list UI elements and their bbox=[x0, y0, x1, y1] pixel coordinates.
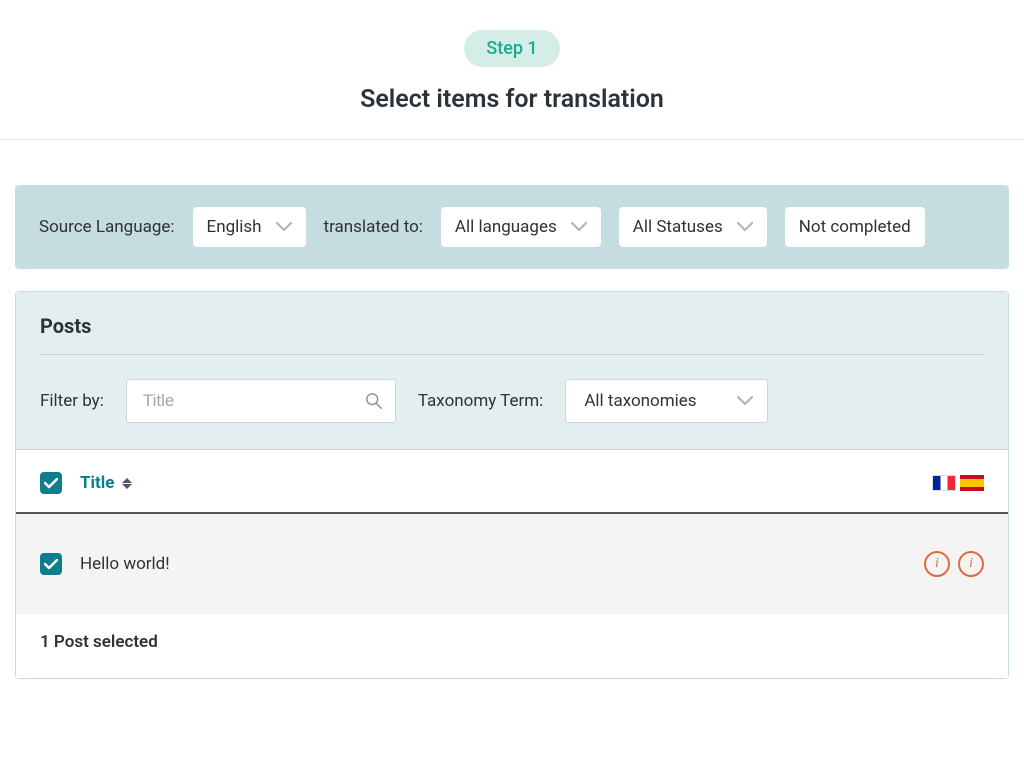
row-checkbox[interactable] bbox=[40, 553, 62, 575]
filter-by-label: Filter by: bbox=[40, 391, 104, 411]
title-column-header[interactable]: Title bbox=[80, 473, 932, 493]
page-title: Select items for translation bbox=[0, 85, 1024, 114]
row-title: Hello world! bbox=[80, 554, 924, 574]
posts-table: Title Hello world! i i bbox=[16, 450, 1008, 678]
translated-to-value: All languages bbox=[455, 217, 557, 237]
flag-es-icon bbox=[960, 475, 984, 491]
title-column-label: Title bbox=[80, 473, 114, 493]
table-header-row: Title bbox=[16, 450, 1008, 514]
translated-to-select[interactable]: All languages bbox=[441, 207, 601, 247]
source-language-value: English bbox=[207, 217, 262, 237]
flag-fr-icon bbox=[932, 475, 956, 491]
chevron-down-icon bbox=[737, 222, 753, 232]
checkmark-icon bbox=[44, 478, 58, 489]
title-search-field[interactable] bbox=[126, 379, 396, 423]
taxonomy-value: All taxonomies bbox=[584, 391, 696, 411]
translation-status-icon[interactable]: i bbox=[958, 551, 984, 577]
translated-to-label: translated to: bbox=[324, 217, 423, 237]
filters-bar: Source Language: English translated to: … bbox=[15, 185, 1009, 269]
language-flags-header bbox=[932, 475, 984, 491]
posts-section: Posts Filter by: Taxonomy Term: All taxo… bbox=[15, 291, 1009, 679]
sort-icon bbox=[122, 478, 132, 489]
row-status-icons: i i bbox=[924, 551, 984, 577]
posts-heading: Posts bbox=[40, 292, 984, 355]
chevron-down-icon bbox=[571, 222, 587, 232]
sub-filters: Filter by: Taxonomy Term: All taxonomies bbox=[40, 355, 984, 423]
select-all-checkbox[interactable] bbox=[40, 472, 62, 494]
taxonomy-term-label: Taxonomy Term: bbox=[418, 391, 543, 411]
search-icon bbox=[365, 392, 383, 410]
select-all-cell bbox=[40, 472, 80, 494]
translation-status-icon[interactable]: i bbox=[924, 551, 950, 577]
page-header: Step 1 Select items for translation bbox=[0, 0, 1024, 140]
status-select[interactable]: All Statuses bbox=[619, 207, 767, 247]
row-select-cell bbox=[40, 553, 80, 575]
completion-value: Not completed bbox=[799, 217, 911, 237]
source-language-select[interactable]: English bbox=[193, 207, 306, 247]
chevron-down-icon bbox=[276, 222, 292, 232]
checkmark-icon bbox=[44, 559, 58, 570]
table-row: Hello world! i i bbox=[16, 514, 1008, 614]
status-value: All Statuses bbox=[633, 217, 723, 237]
completion-select[interactable]: Not completed bbox=[785, 207, 925, 247]
title-search-input[interactable] bbox=[143, 391, 365, 411]
source-language-label: Source Language: bbox=[39, 217, 175, 237]
posts-header-area: Posts Filter by: Taxonomy Term: All taxo… bbox=[16, 292, 1008, 450]
taxonomy-select[interactable]: All taxonomies bbox=[565, 379, 767, 423]
chevron-down-icon bbox=[737, 396, 753, 406]
step-badge: Step 1 bbox=[464, 30, 559, 67]
selection-count: 1 Post selected bbox=[16, 614, 1008, 678]
